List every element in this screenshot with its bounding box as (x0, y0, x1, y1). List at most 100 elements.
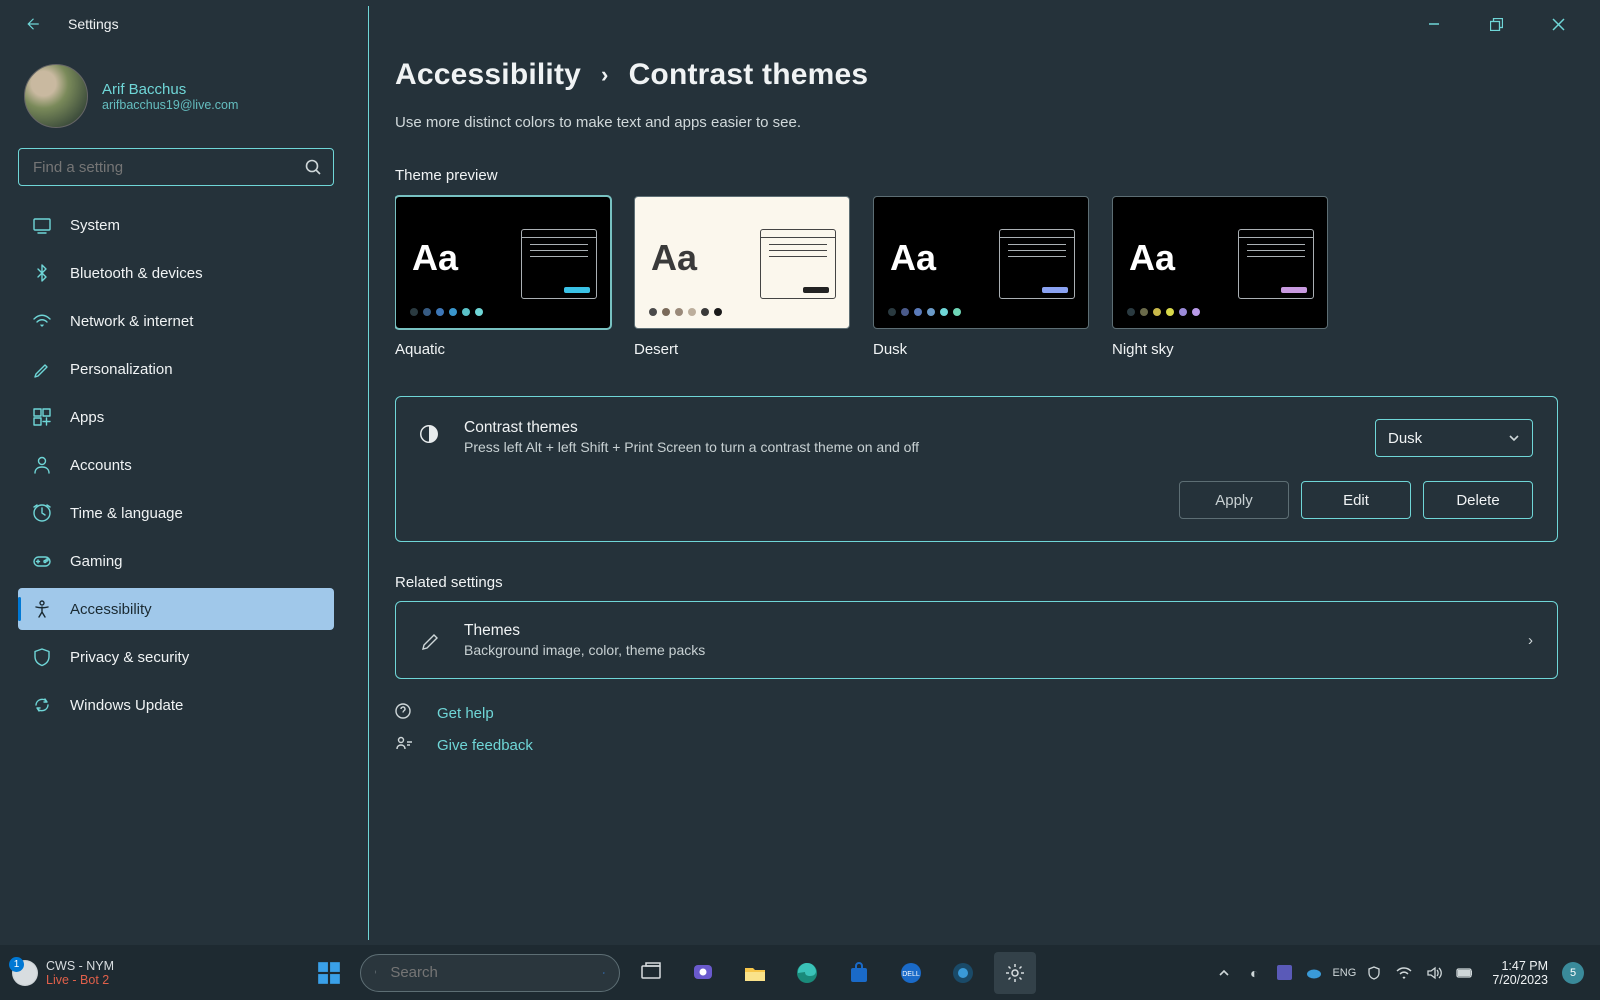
taskbar-search-input[interactable] (388, 963, 591, 982)
system-tray: ◐ ENG 1:47 PM 7/20/2023 5 (1216, 959, 1584, 987)
search-input[interactable] (18, 148, 334, 186)
themes-link[interactable]: Themes Background image, color, theme pa… (395, 601, 1558, 679)
search-field[interactable] (31, 158, 305, 177)
sidebar: Arif Bacchus arifbacchus19@live.com Syst… (0, 48, 360, 940)
tray-volume-icon[interactable] (1426, 965, 1442, 981)
taskbar: 1 CWS - NYM Live - Bot 2 DELL ◐ ENG (0, 945, 1600, 1000)
taskbar-app-chat[interactable] (682, 952, 724, 994)
tray-wifi-icon[interactable] (1396, 965, 1412, 981)
vpn-line1: CWS - NYM (46, 959, 114, 973)
sidebar-item-accounts[interactable]: Accounts (18, 444, 334, 486)
delete-button[interactable]: Delete (1423, 481, 1533, 519)
back-button[interactable] (16, 8, 48, 40)
user-email: arifbacchus19@live.com (102, 98, 238, 112)
sidebar-item-personalization[interactable]: Personalization (18, 348, 334, 390)
sidebar-item-label: Bluetooth & devices (70, 265, 203, 282)
theme-name: Night sky (1112, 341, 1328, 358)
tray-clock[interactable]: 1:47 PM 7/20/2023 (1492, 959, 1548, 987)
taskbar-search[interactable] (360, 954, 620, 992)
theme-preview-aquatic[interactable]: Aa Aquatic (395, 196, 611, 358)
page-subtitle: Use more distinct colors to make text an… (395, 114, 1558, 131)
theme-select-value: Dusk (1388, 430, 1422, 447)
app-title: Settings (68, 16, 119, 32)
sidebar-item-accessibility[interactable]: Accessibility (18, 588, 334, 630)
taskbar-app-store[interactable] (838, 952, 880, 994)
sidebar-item-label: Time & language (70, 505, 183, 522)
shield-icon (32, 647, 52, 667)
apps-icon (32, 407, 52, 427)
taskbar-app-generic[interactable] (942, 952, 984, 994)
update-icon (32, 695, 52, 715)
contrast-card-desc: Press left Alt + left Shift + Print Scre… (464, 439, 919, 455)
taskbar-vpn-widget[interactable]: 1 CWS - NYM Live - Bot 2 (12, 959, 270, 987)
tray-onedrive-icon[interactable] (1306, 965, 1322, 981)
theme-preview-desert[interactable]: Aa Desert (634, 196, 850, 358)
notification-badge[interactable]: 5 (1562, 962, 1584, 984)
theme-select[interactable]: Dusk (1375, 419, 1533, 457)
close-button[interactable] (1540, 6, 1576, 42)
taskbar-app-settings[interactable] (994, 952, 1036, 994)
tray-steam-icon[interactable]: ◐ (1246, 965, 1262, 981)
sidebar-item-label: Privacy & security (70, 649, 189, 666)
theme-name: Dusk (873, 341, 1089, 358)
user-name: Arif Bacchus (102, 81, 238, 98)
give-feedback-link[interactable]: Give feedback (395, 735, 1558, 755)
sidebar-item-time-language[interactable]: Time & language (18, 492, 334, 534)
brush-icon (32, 359, 52, 379)
brush-icon (420, 629, 442, 651)
tray-teams-icon[interactable] (1276, 965, 1292, 981)
accessibility-icon (32, 599, 52, 619)
titlebar: Settings (0, 0, 1600, 48)
user-profile[interactable]: Arif Bacchus arifbacchus19@live.com (18, 58, 334, 148)
get-help-link[interactable]: Get help (395, 703, 1558, 723)
sidebar-item-windows-update[interactable]: Windows Update (18, 684, 334, 726)
themes-link-title: Themes (464, 622, 705, 640)
sidebar-item-privacy-security[interactable]: Privacy & security (18, 636, 334, 678)
breadcrumb-parent[interactable]: Accessibility (395, 58, 581, 92)
bing-icon (603, 963, 605, 983)
taskbar-app-dell[interactable]: DELL (890, 952, 932, 994)
theme-preview-dusk[interactable]: Aa Dusk (873, 196, 1089, 358)
sidebar-item-apps[interactable]: Apps (18, 396, 334, 438)
tray-battery-icon[interactable] (1456, 965, 1472, 981)
breadcrumb-current: Contrast themes (629, 58, 869, 92)
avatar (24, 64, 88, 128)
vpn-badge: 1 (9, 957, 24, 972)
taskbar-app-edge[interactable] (786, 952, 828, 994)
sidebar-item-label: Personalization (70, 361, 173, 378)
taskbar-app-explorer[interactable] (734, 952, 776, 994)
main-content: Accessibility › Contrast themes Use more… (395, 58, 1558, 910)
tray-security-icon[interactable] (1366, 965, 1382, 981)
sidebar-item-label: Windows Update (70, 697, 183, 714)
chevron-down-icon (1508, 432, 1520, 444)
theme-preview-night-sky[interactable]: Aa Night sky (1112, 196, 1328, 358)
tray-language-icon[interactable]: ENG (1336, 965, 1352, 981)
sidebar-item-bluetooth-devices[interactable]: Bluetooth & devices (18, 252, 334, 294)
sidebar-item-gaming[interactable]: Gaming (18, 540, 334, 582)
help-label: Get help (437, 705, 494, 722)
contrast-icon (418, 423, 442, 447)
related-settings: Related settings Themes Background image… (395, 574, 1558, 679)
start-button[interactable] (308, 952, 350, 994)
sidebar-item-system[interactable]: System (18, 204, 334, 246)
search-icon (305, 159, 321, 175)
breadcrumb: Accessibility › Contrast themes (395, 58, 1558, 92)
sidebar-item-network-internet[interactable]: Network & internet (18, 300, 334, 342)
tray-chevron-icon[interactable] (1216, 965, 1232, 981)
time-icon (32, 503, 52, 523)
theme-preview-label: Theme preview (395, 167, 1558, 184)
system-icon (32, 215, 52, 235)
themes-link-desc: Background image, color, theme packs (464, 642, 705, 658)
sidebar-item-label: System (70, 217, 120, 234)
feedback-icon (395, 735, 415, 755)
edit-button[interactable]: Edit (1301, 481, 1411, 519)
maximize-button[interactable] (1478, 6, 1514, 42)
chevron-right-icon: › (601, 62, 609, 88)
contrast-themes-card: Contrast themes Press left Alt + left Sh… (395, 396, 1558, 542)
bluetooth-icon (32, 263, 52, 283)
wifi-icon (32, 311, 52, 331)
task-view-button[interactable] (630, 952, 672, 994)
search-icon (375, 965, 376, 981)
apply-button[interactable]: Apply (1179, 481, 1289, 519)
minimize-button[interactable] (1416, 6, 1452, 42)
